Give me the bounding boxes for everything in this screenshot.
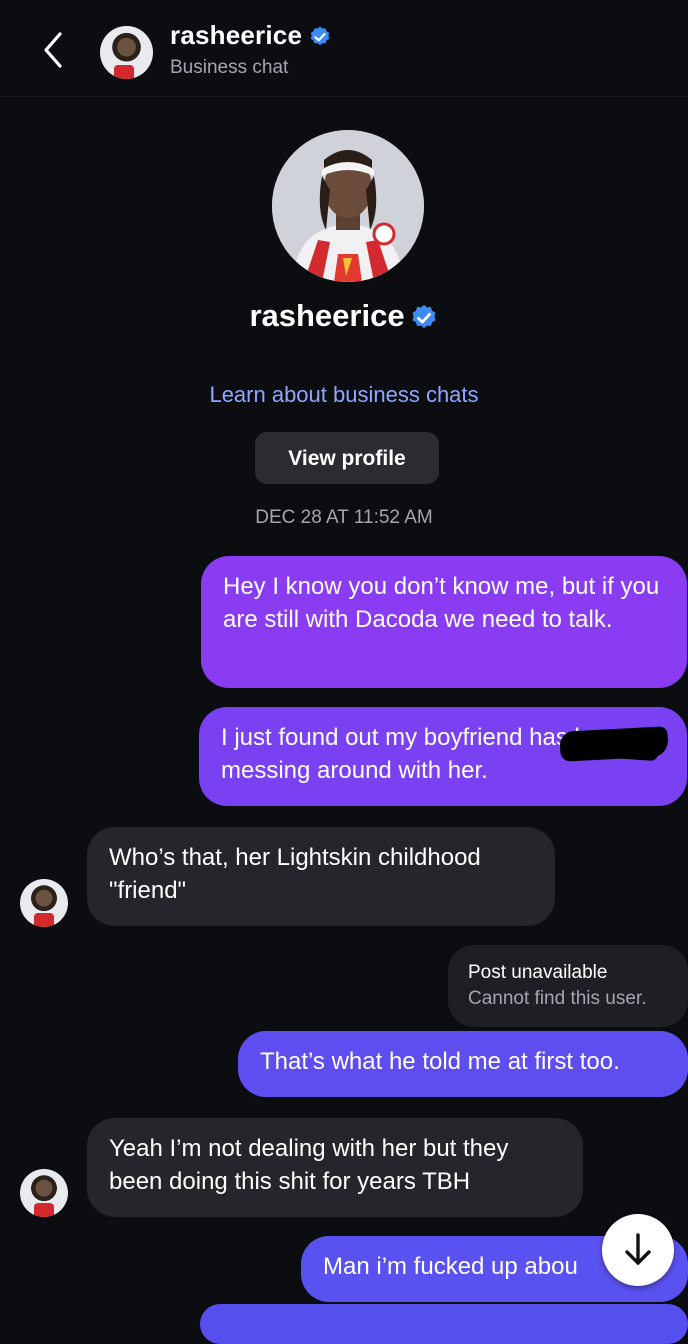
header-username-row[interactable]: rasheerice <box>170 20 332 51</box>
sender-avatar[interactable] <box>20 1169 68 1217</box>
header-avatar[interactable] <box>100 26 153 79</box>
chat-header: rasheerice Business chat <box>0 0 688 97</box>
header-subtitle: Business chat <box>170 57 289 78</box>
sender-avatar[interactable] <box>20 879 68 927</box>
message-timestamp: DEC 28 AT 11:52 AM <box>255 507 433 528</box>
verified-badge-icon <box>310 26 330 46</box>
chevron-left-icon[interactable] <box>36 28 72 72</box>
unavailable-post-subtitle: Cannot find this user. <box>468 988 647 1009</box>
learn-about-business-chats-link[interactable]: Learn about business chats <box>0 382 688 408</box>
incoming-message[interactable]: Yeah I’m not dealing with her but they b… <box>87 1118 583 1217</box>
outgoing-message[interactable]: Hey I know you don’t know me, but if you… <box>201 556 687 688</box>
incoming-message[interactable]: Who’s that, her Lightskin childhood "fri… <box>87 827 555 926</box>
profile-username[interactable]: rasheerice <box>249 298 404 333</box>
header-username[interactable]: rasheerice <box>170 20 302 50</box>
outgoing-message[interactable]: That’s what he told me at first too. <box>238 1031 688 1097</box>
profile-avatar[interactable] <box>272 130 424 282</box>
view-profile-button[interactable]: View profile <box>255 432 439 484</box>
unavailable-post-title: Post unavailable <box>468 962 608 983</box>
arrow-down-icon <box>625 1233 651 1265</box>
scroll-to-bottom-button[interactable] <box>602 1214 674 1286</box>
profile-photo-icon <box>272 130 424 282</box>
unavailable-post-card[interactable]: Post unavailable Cannot find this user. <box>448 945 688 1027</box>
outgoing-message-partial[interactable] <box>200 1304 688 1344</box>
verified-badge-icon <box>412 304 436 328</box>
profile-username-row[interactable]: rasheerice <box>0 298 688 334</box>
